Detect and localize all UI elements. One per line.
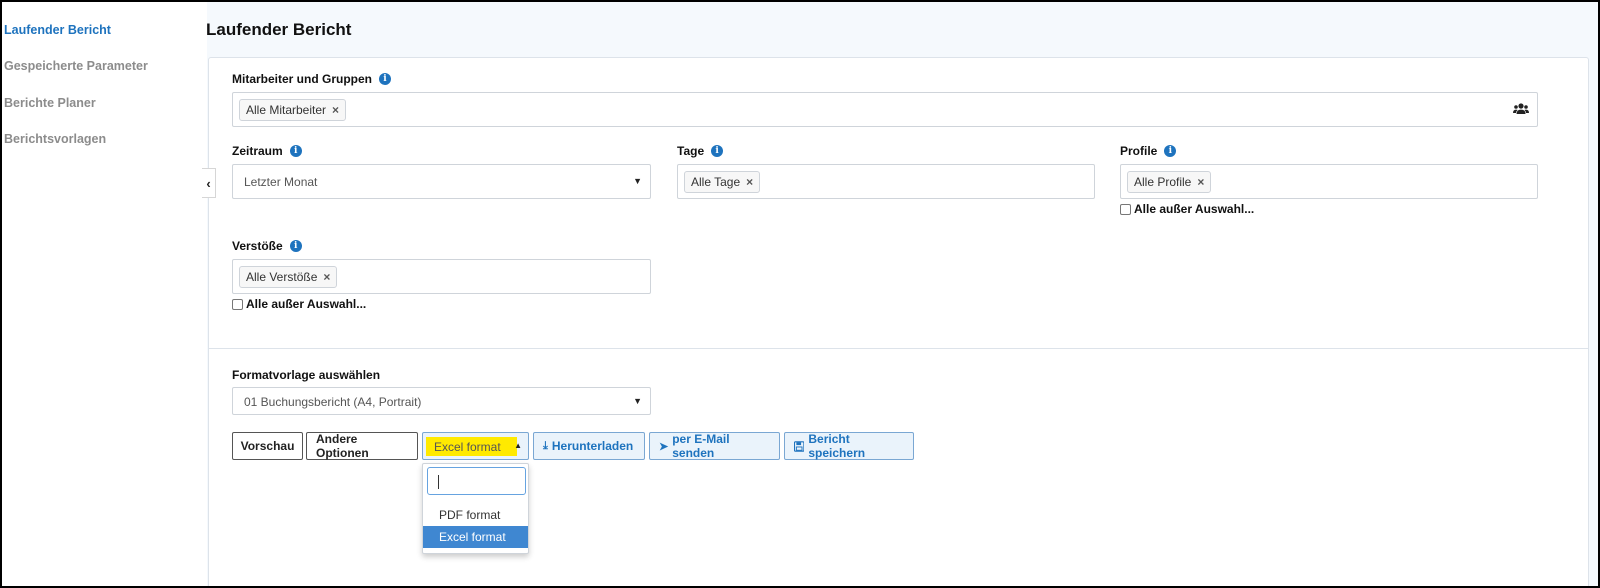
save-report-button[interactable]: Bericht speichern bbox=[784, 432, 914, 460]
remove-tag-icon[interactable]: × bbox=[323, 270, 330, 284]
info-icon[interactable]: i bbox=[711, 145, 724, 157]
employees-tag-label: Alle Mitarbeiter bbox=[246, 103, 327, 117]
users-icon[interactable] bbox=[1513, 102, 1529, 116]
violations-label-text: Verstöße bbox=[232, 239, 283, 253]
paper-plane-icon: ➤ bbox=[659, 440, 669, 453]
employees-tag: Alle Mitarbeiter × bbox=[239, 99, 347, 121]
period-select[interactable]: Letzter Monat ▼ bbox=[232, 164, 651, 199]
caret-up-icon: ▲ bbox=[514, 441, 522, 450]
violations-except-checkbox-row: Alle außer Auswahl... bbox=[232, 297, 366, 311]
remove-tag-icon[interactable]: × bbox=[1197, 175, 1204, 189]
days-tag: Alle Tage × bbox=[684, 171, 761, 193]
info-icon[interactable]: i bbox=[1164, 145, 1177, 157]
template-label: Formatvorlage auswählen bbox=[232, 368, 381, 382]
report-panel: Mitarbeiter und Gruppen i Alle Mitarbeit… bbox=[208, 57, 1589, 586]
period-label-text: Zeitraum bbox=[232, 144, 283, 158]
email-button[interactable]: ➤ per E-Mail senden bbox=[649, 432, 780, 460]
sidebar: Laufender Bericht Gespeicherte Parameter… bbox=[2, 2, 207, 586]
download-icon: ⤓ bbox=[543, 439, 548, 452]
remove-tag-icon[interactable]: × bbox=[746, 175, 753, 189]
sidebar-collapse-button[interactable]: ‹ bbox=[202, 168, 216, 198]
info-icon[interactable]: i bbox=[289, 240, 302, 252]
sidebar-item-berichtsvorlagen[interactable]: Berichtsvorlagen bbox=[4, 132, 106, 146]
section-divider bbox=[209, 348, 1588, 349]
employees-select[interactable]: Alle Mitarbeiter × bbox=[232, 92, 1538, 127]
violations-except-label: Alle außer Auswahl... bbox=[246, 297, 367, 311]
days-label-text: Tage bbox=[677, 144, 705, 158]
sidebar-item-gespeicherte-parameter[interactable]: Gespeicherte Parameter bbox=[4, 59, 148, 73]
other-options-button[interactable]: Andere Optionen bbox=[306, 432, 418, 460]
days-label: Tage i bbox=[677, 144, 724, 158]
template-select[interactable]: 01 Buchungsbericht (A4, Portrait) ▼ bbox=[232, 387, 651, 415]
app-window: Laufender Bericht Gespeicherte Parameter… bbox=[2, 2, 1598, 586]
template-value: 01 Buchungsbericht (A4, Portrait) bbox=[244, 395, 422, 409]
violations-select[interactable]: Alle Verstöße × bbox=[232, 259, 651, 294]
days-tag-label: Alle Tage bbox=[691, 175, 741, 189]
format-search-input[interactable] bbox=[427, 467, 526, 495]
caret-down-icon: ▼ bbox=[633, 176, 642, 186]
period-label: Zeitraum i bbox=[232, 144, 302, 158]
preview-button[interactable]: Vorschau bbox=[232, 432, 303, 460]
format-dropdown: PDF format Excel format bbox=[422, 463, 529, 554]
violations-label: Verstöße i bbox=[232, 239, 302, 253]
info-icon[interactable]: i bbox=[289, 145, 302, 157]
floppy-disk-icon bbox=[794, 440, 805, 452]
violations-tag-label: Alle Verstöße bbox=[246, 270, 318, 284]
profiles-tag-label: Alle Profile bbox=[1134, 175, 1192, 189]
caret-down-icon: ▼ bbox=[633, 396, 642, 406]
save-report-label: Bericht speichern bbox=[808, 432, 866, 460]
employees-label-text: Mitarbeiter und Gruppen bbox=[232, 72, 373, 86]
profiles-tag: Alle Profile × bbox=[1127, 171, 1212, 193]
profiles-select[interactable]: Alle Profile × bbox=[1120, 164, 1538, 199]
format-option-pdf[interactable]: PDF format bbox=[423, 504, 528, 526]
period-value: Letzter Monat bbox=[244, 175, 318, 189]
format-option-excel[interactable]: Excel format bbox=[423, 526, 528, 548]
format-select-button[interactable]: Excel format ▲ bbox=[422, 432, 529, 460]
employees-label: Mitarbeiter und Gruppen i bbox=[232, 72, 392, 86]
email-label: per E-Mail senden bbox=[672, 432, 730, 460]
profiles-label-text: Profile bbox=[1120, 144, 1158, 158]
format-selected-label: Excel format bbox=[426, 437, 517, 456]
profiles-label: Profile i bbox=[1120, 144, 1177, 158]
profiles-except-checkbox-row: Alle außer Auswahl... bbox=[1120, 202, 1254, 216]
profiles-except-checkbox[interactable] bbox=[1120, 203, 1131, 215]
download-label: Herunterladen bbox=[551, 439, 634, 453]
violations-tag: Alle Verstöße × bbox=[239, 266, 338, 288]
page-title: Laufender Bericht bbox=[206, 20, 352, 39]
chevron-left-icon: ‹ bbox=[206, 175, 211, 191]
profiles-except-label: Alle außer Auswahl... bbox=[1134, 202, 1255, 216]
sidebar-item-berichte-planer[interactable]: Berichte Planer bbox=[4, 96, 96, 110]
days-select[interactable]: Alle Tage × bbox=[677, 164, 1095, 199]
download-button[interactable]: ⤓ Herunterladen bbox=[533, 432, 645, 460]
sidebar-item-laufender-bericht[interactable]: Laufender Bericht bbox=[4, 23, 111, 37]
info-icon[interactable]: i bbox=[379, 73, 392, 85]
text-cursor bbox=[438, 475, 439, 489]
violations-except-checkbox[interactable] bbox=[232, 298, 243, 310]
remove-tag-icon[interactable]: × bbox=[332, 103, 339, 117]
